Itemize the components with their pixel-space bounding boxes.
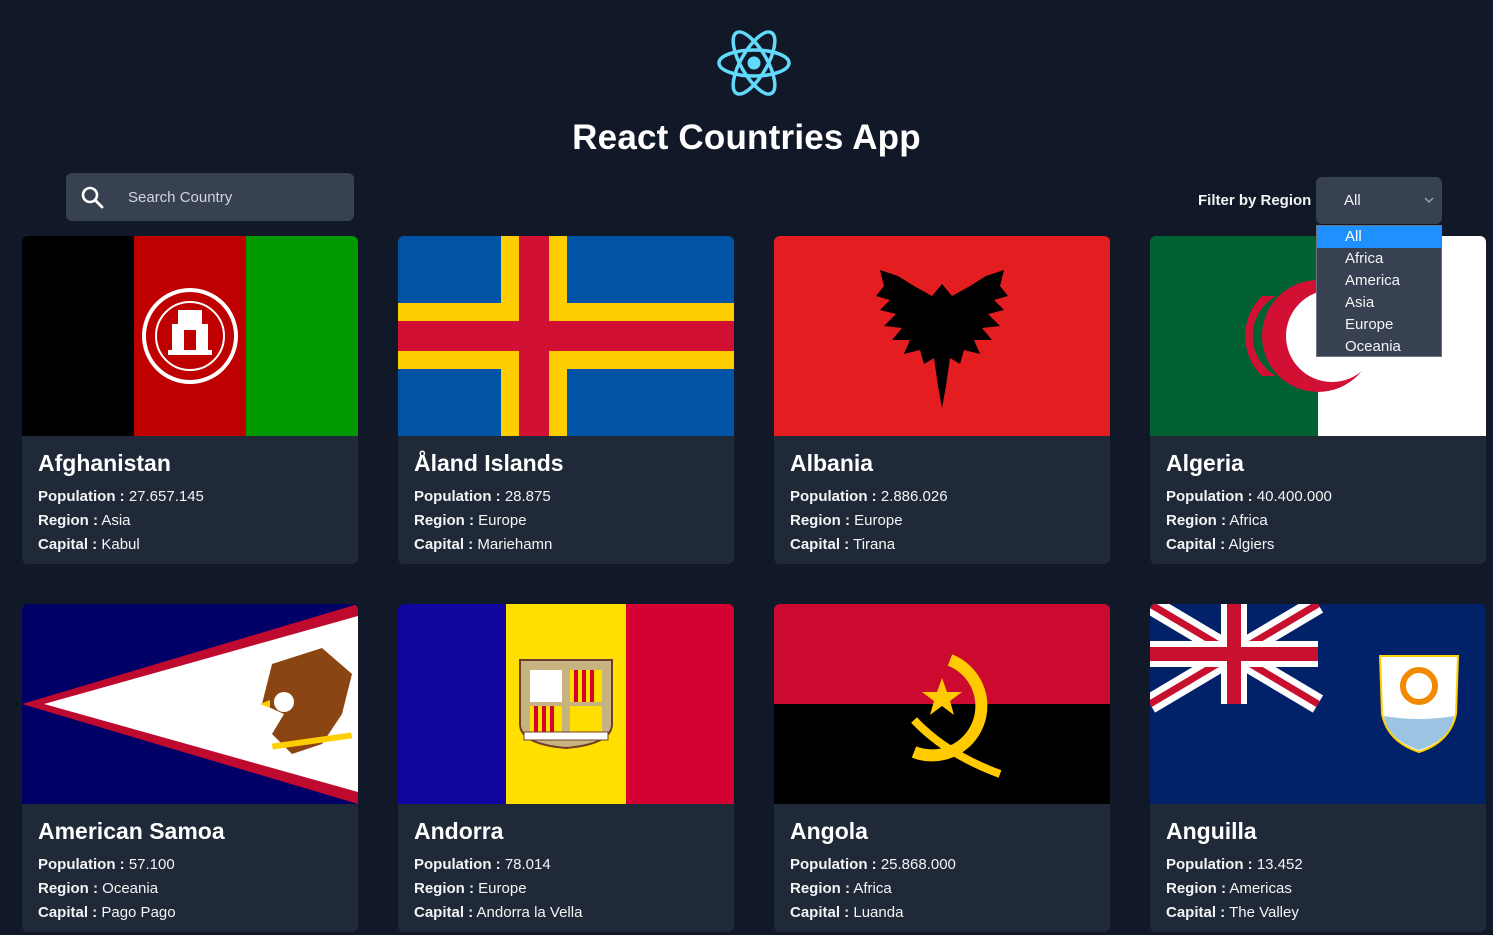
country-name: Anguilla [1166, 818, 1257, 844]
capital-value: Kabul [101, 536, 140, 553]
population-value: 28.875 [504, 488, 551, 505]
react-atom-icon [717, 30, 791, 96]
country-name: Åland Islands [414, 450, 564, 476]
flag-afghanistan [22, 236, 358, 436]
population-value: 40.400.000 [1256, 488, 1332, 505]
country-name: Andorra [414, 818, 504, 844]
population-value: 25.868.000 [880, 856, 956, 873]
region-label: Region : [38, 880, 98, 897]
country-card[interactable]: Andorra Population : 78.014 Region : Eur… [398, 604, 734, 932]
region-option-america[interactable]: America [1317, 270, 1441, 292]
country-name: Albania [790, 450, 874, 476]
region-option-oceania[interactable]: Oceania [1317, 336, 1441, 358]
search-input[interactable] [128, 173, 348, 221]
region-label: Region : [38, 512, 98, 529]
region-value: Asia [101, 512, 131, 529]
capital-value: Mariehamn [477, 536, 553, 553]
country-card[interactable]: Angola Population : 25.868.000 Region : … [774, 604, 1110, 932]
population-label: Population : [38, 488, 125, 505]
region-value: Europe [854, 512, 903, 529]
capital-value: Luanda [853, 904, 904, 921]
country-name: Algeria [1166, 450, 1244, 476]
country-card[interactable]: American Samoa Population : 57.100 Regio… [22, 604, 358, 932]
capital-value: Algiers [1228, 536, 1275, 553]
population-label: Population : [38, 856, 125, 873]
capital-label: Capital : [790, 536, 850, 553]
population-value: 78.014 [504, 856, 551, 873]
region-value: Oceania [102, 880, 159, 897]
capital-value: Andorra la Vella [476, 904, 583, 921]
region-select-value: All [1344, 192, 1361, 209]
flag-albania [774, 236, 1110, 436]
population-label: Population : [414, 856, 501, 873]
population-label: Population : [1166, 488, 1253, 505]
region-label: Region : [1166, 512, 1226, 529]
population-value: 2.886.026 [880, 488, 948, 505]
region-option-all[interactable]: All [1317, 226, 1441, 248]
capital-label: Capital : [38, 904, 98, 921]
region-value: Africa [853, 880, 892, 897]
filter-label: Filter by Region [1198, 192, 1312, 209]
country-card[interactable]: Anguilla Population : 13.452 Region : Am… [1150, 604, 1486, 932]
region-label: Region : [1166, 880, 1226, 897]
region-option-africa[interactable]: Africa [1317, 248, 1441, 270]
country-card[interactable]: Albania Population : 2.886.026 Region : … [774, 236, 1110, 564]
flag-angola [774, 604, 1110, 804]
region-label: Region : [790, 880, 850, 897]
region-label: Region : [790, 512, 850, 529]
population-label: Population : [414, 488, 501, 505]
country-name: Angola [790, 818, 868, 844]
capital-label: Capital : [1166, 536, 1226, 553]
region-value: Europe [478, 512, 527, 529]
flag-american-samoa [22, 604, 358, 804]
region-label: Region : [414, 880, 474, 897]
population-value: 13.452 [1256, 856, 1303, 873]
capital-label: Capital : [1166, 904, 1226, 921]
search-icon [81, 186, 104, 209]
country-card[interactable]: Åland Islands Population : 28.875 Region… [398, 236, 734, 564]
population-value: 57.100 [128, 856, 175, 873]
flag-anguilla [1150, 604, 1486, 804]
country-name: Afghanistan [38, 450, 171, 476]
capital-value: The Valley [1229, 904, 1299, 921]
page-title: React Countries App [572, 118, 921, 157]
country-name: American Samoa [38, 818, 225, 844]
region-value: Americas [1229, 880, 1292, 897]
population-label: Population : [1166, 856, 1253, 873]
region-option-europe[interactable]: Europe [1317, 314, 1441, 336]
region-value: Europe [478, 880, 527, 897]
capital-value: Pago Pago [101, 904, 176, 921]
capital-label: Capital : [38, 536, 98, 553]
country-card[interactable]: Afghanistan Population : 27.657.145 Regi… [22, 236, 358, 564]
population-label: Population : [790, 856, 877, 873]
capital-label: Capital : [790, 904, 850, 921]
chevron-down-icon [1424, 197, 1434, 204]
capital-value: Tirana [853, 536, 896, 553]
flag-aland-islands [398, 236, 734, 436]
population-value: 27.657.145 [128, 488, 204, 505]
capital-label: Capital : [414, 904, 474, 921]
population-label: Population : [790, 488, 877, 505]
capital-label: Capital : [414, 536, 474, 553]
region-select[interactable]: All [1316, 177, 1442, 224]
region-option-asia[interactable]: Asia [1317, 292, 1441, 314]
region-label: Region : [414, 512, 474, 529]
search-box[interactable] [66, 173, 354, 221]
region-value: Africa [1229, 512, 1268, 529]
region-dropdown: All Africa America Asia Europe Oceania [1316, 225, 1442, 357]
flag-andorra [398, 604, 734, 804]
